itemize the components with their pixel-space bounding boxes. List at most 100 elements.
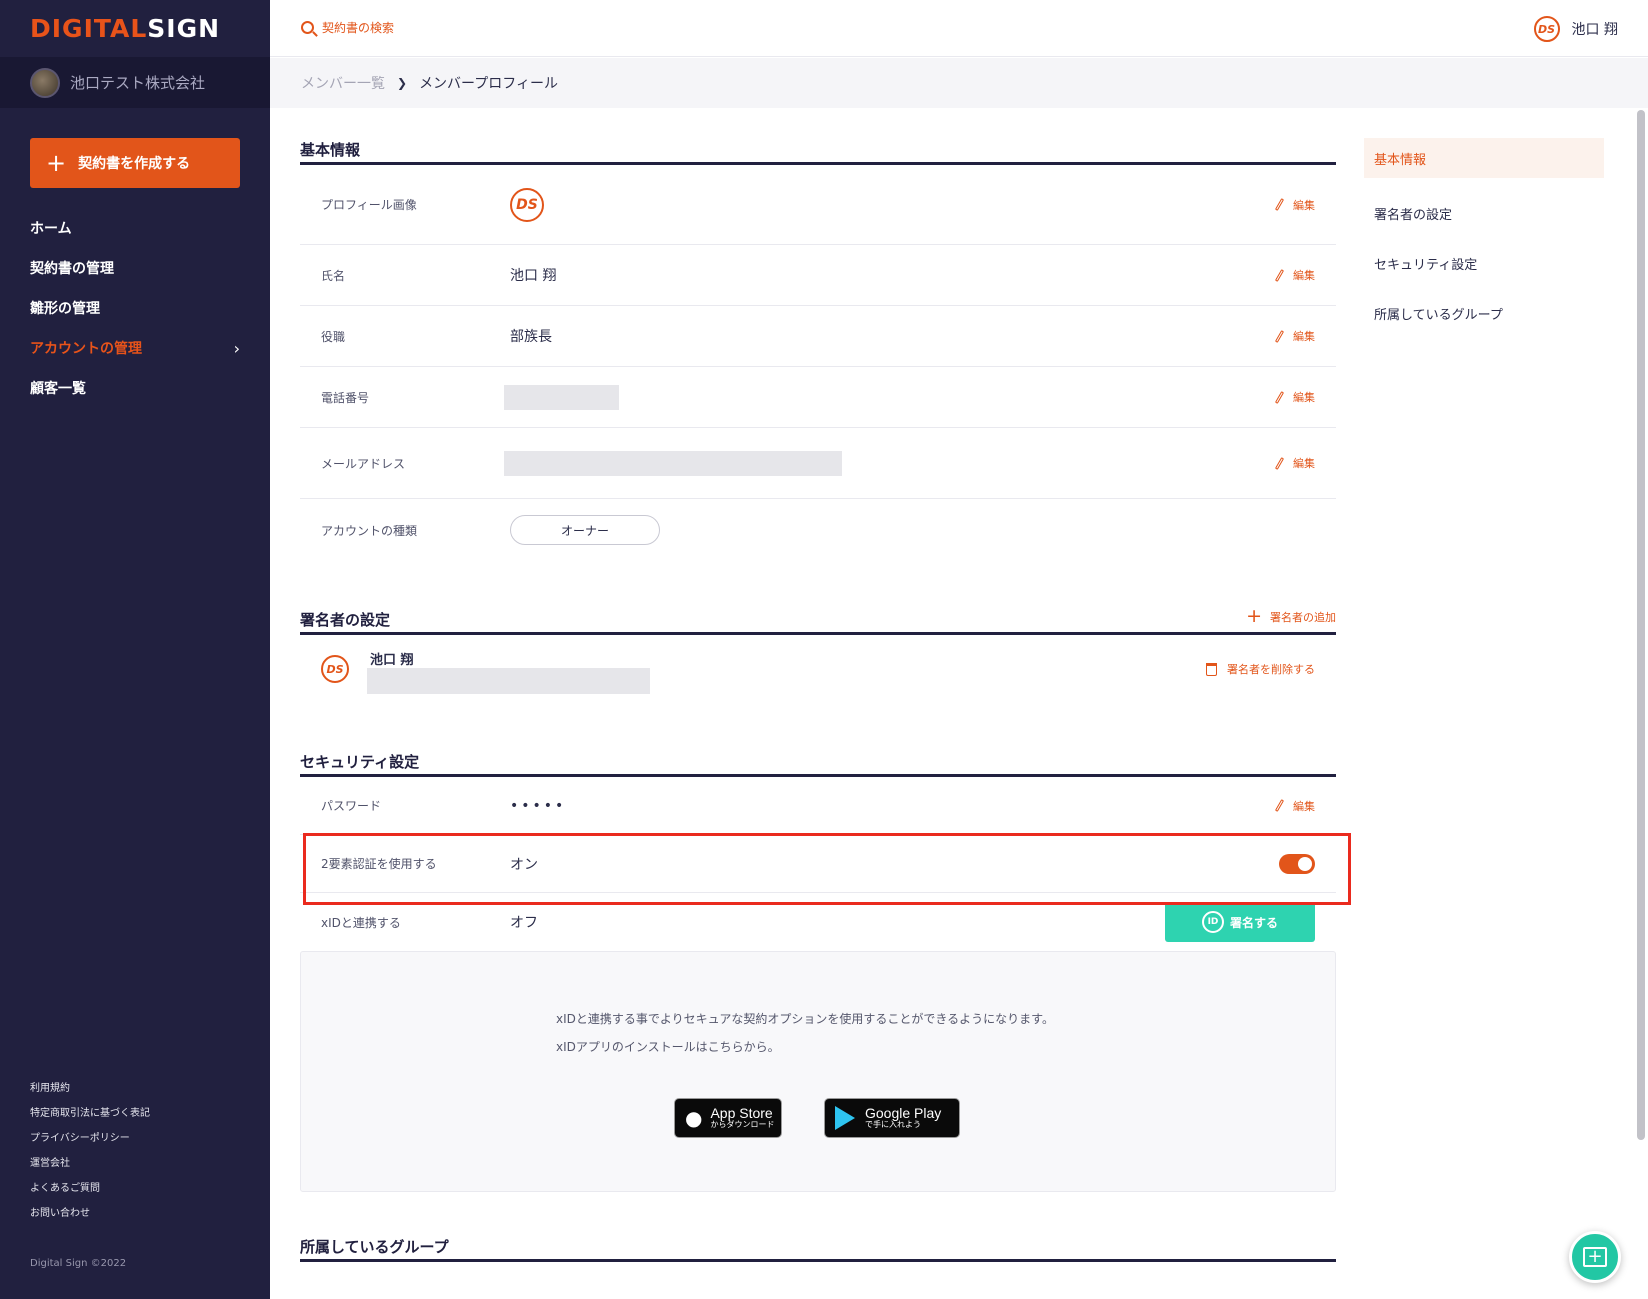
section-nav-groups[interactable]: 所属しているグループ <box>1364 288 1604 338</box>
edit-email-button[interactable]: 編集 <box>1274 455 1315 471</box>
edit-profile-image-button[interactable]: 編集 <box>1274 197 1315 213</box>
field-label: 役職 <box>321 329 346 344</box>
section-nav-security[interactable]: セキュリティ設定 <box>1364 238 1604 288</box>
row-role: 役職 部族長 編集 <box>300 306 1336 367</box>
section-title-signer: 署名者の設定 + 署名者の追加 <box>300 605 1336 635</box>
sidebar-item-label: アカウントの管理 <box>30 341 142 357</box>
password-value: ••••• <box>510 797 567 814</box>
section-title-security: セキュリティ設定 <box>300 747 1336 777</box>
footer-link-company[interactable]: 運営会社 <box>30 1151 150 1176</box>
user-menu[interactable]: DS 池口 翔 <box>1533 16 1618 42</box>
sidebar: DIGITAL SIGN 池口テスト株式会社 + 契約書を作成する ホーム 契約書… <box>0 0 270 1299</box>
row-password: パスワード ••••• 編集 <box>300 777 1336 835</box>
app-store-subtitle: からダウンロード <box>710 1120 775 1130</box>
company-avatar <box>30 67 60 98</box>
email-redacted <box>504 450 842 476</box>
section-nav-signer[interactable]: 署名者の設定 <box>1364 188 1604 238</box>
field-label: アカウントの種類 <box>321 523 418 538</box>
main-content: 基本情報 プロフィール画像 DS 編集 氏名 池口 翔 編集 役職 部族長 編集… <box>300 108 1336 1262</box>
google-play-badge[interactable]: Google Play で手に入れよう <box>824 1098 960 1138</box>
footer-link-terms[interactable]: 利用規約 <box>30 1076 150 1101</box>
section-title-text: 所属しているグループ <box>300 1238 449 1256</box>
chat-button[interactable]: + <box>1569 1231 1621 1283</box>
plus-icon: + <box>1246 605 1262 627</box>
add-signer-button[interactable]: + 署名者の追加 <box>1246 607 1336 630</box>
create-contract-button[interactable]: + 契約書を作成する <box>30 138 240 188</box>
footer-link-faq[interactable]: よくあるご質問 <box>30 1176 150 1201</box>
section-title-text: セキュリティ設定 <box>300 753 420 771</box>
xid-sign-button[interactable]: ID 署名する <box>1165 902 1315 942</box>
footer-link-privacy[interactable]: プライバシーポリシー <box>30 1126 150 1151</box>
plus-icon: + <box>46 149 67 177</box>
field-label: メールアドレス <box>321 456 406 471</box>
sidebar-item-label: 雛形の管理 <box>30 301 100 317</box>
profile-image-logo: DS <box>510 187 544 222</box>
edit-label: 編集 <box>1293 269 1315 282</box>
section-title-basic-info: 基本情報 <box>300 135 1336 165</box>
sidebar-item-label: 顧客一覧 <box>30 381 86 397</box>
xid-icon: ID <box>1201 911 1224 933</box>
top-bar: 契約書の検索 DS 池口 翔 <box>270 0 1648 57</box>
delete-signer-label: 署名者を削除する <box>1227 663 1315 676</box>
footer-link-commerce-law[interactable]: 特定商取引法に基づく表記 <box>30 1101 150 1126</box>
sidebar-item-templates[interactable]: 雛形の管理 <box>30 288 240 328</box>
account-type-value: オーナー <box>510 515 1336 545</box>
xid-install-text: xIDアプリのインストールはこちらから。 <box>556 1040 780 1054</box>
company-switcher[interactable]: 池口テスト株式会社 <box>0 57 270 108</box>
row-phone: 電話番号 編集 <box>300 367 1336 428</box>
row-account-type: アカウントの種類 オーナー <box>300 499 1336 561</box>
breadcrumb: メンバー一覧 ❯ メンバープロフィール <box>270 58 1648 108</box>
app-store-badge[interactable]: ● App Store からダウンロード <box>674 1098 782 1138</box>
app-store-text: App Store からダウンロード <box>710 1104 775 1130</box>
field-label: 氏名 <box>321 268 346 283</box>
copyright: Digital Sign ©2022 <box>30 1258 127 1269</box>
footer-link-contact[interactable]: お問い合わせ <box>30 1201 150 1226</box>
signer-row: DS 池口 翔 署名者を削除する <box>300 635 1336 703</box>
name-value: 池口 翔 <box>510 268 557 284</box>
logo-text-sign: SIGN <box>147 14 221 43</box>
row-profile-image: プロフィール画像 DS 編集 <box>300 165 1336 245</box>
sidebar-nav: ホーム 契約書の管理 雛形の管理 アカウントの管理 › 顧客一覧 <box>30 208 240 408</box>
xid-info-panel: xIDと連携する事でよりセキュアな契約オプションを使用することができるようになり… <box>300 951 1336 1192</box>
edit-name-button[interactable]: 編集 <box>1274 267 1315 283</box>
sidebar-item-label: ホーム <box>30 221 72 237</box>
sidebar-item-home[interactable]: ホーム <box>30 208 240 248</box>
chevron-right-icon: ❯ <box>397 76 408 90</box>
google-play-text: Google Play で手に入れよう <box>865 1105 941 1130</box>
logo-text-digital: DIGITAL <box>30 14 148 43</box>
phone-redacted <box>504 384 619 410</box>
row-email: メールアドレス 編集 <box>300 428 1336 499</box>
delete-signer-button[interactable]: 署名者を削除する <box>1206 661 1315 677</box>
edit-label: 編集 <box>1293 799 1315 813</box>
breadcrumb-member-list[interactable]: メンバー一覧 <box>301 73 385 93</box>
contract-search[interactable]: 契約書の検索 <box>301 19 394 36</box>
footer-links: 利用規約 特定商取引法に基づく表記 プライバシーポリシー 運営会社 よくあるご質… <box>30 1076 150 1226</box>
search-icon <box>301 21 314 34</box>
profile-image: DS <box>510 187 1336 222</box>
edit-label: 編集 <box>1293 457 1315 470</box>
scrollbar[interactable] <box>1637 110 1645 1140</box>
app-logo[interactable]: DIGITAL SIGN <box>0 0 270 57</box>
section-title-text: 基本情報 <box>300 141 361 159</box>
edit-role-button[interactable]: 編集 <box>1274 328 1315 344</box>
app-store-title: App Store <box>710 1104 773 1121</box>
section-nav-basic-info[interactable]: 基本情報 <box>1364 138 1604 178</box>
xid-info-text: xIDと連携する事でよりセキュアな契約オプションを使用することができるようになり… <box>556 1012 1054 1026</box>
account-type-badge: オーナー <box>510 515 660 545</box>
google-play-subtitle: で手に入れよう <box>865 1120 921 1130</box>
sidebar-item-customers[interactable]: 顧客一覧 <box>30 368 240 408</box>
apple-icon: ● <box>685 1106 703 1130</box>
breadcrumb-current: メンバープロフィール <box>419 76 558 92</box>
add-signer-label: 署名者の追加 <box>1270 610 1336 624</box>
field-label: 電話番号 <box>321 390 370 405</box>
company-name: 池口テスト株式会社 <box>70 74 206 92</box>
sidebar-item-contracts[interactable]: 契約書の管理 <box>30 248 240 288</box>
email-value <box>504 450 1336 476</box>
edit-phone-button[interactable]: 編集 <box>1274 389 1315 405</box>
role-value: 部族長 <box>510 329 552 345</box>
edit-password-button[interactable]: 編集 <box>1274 798 1315 814</box>
sidebar-item-account[interactable]: アカウントの管理 › <box>30 328 240 368</box>
page-section-nav: 基本情報 署名者の設定 セキュリティ設定 所属しているグループ <box>1364 138 1604 338</box>
highlight-box <box>303 833 1351 905</box>
phone-value <box>504 384 1336 410</box>
